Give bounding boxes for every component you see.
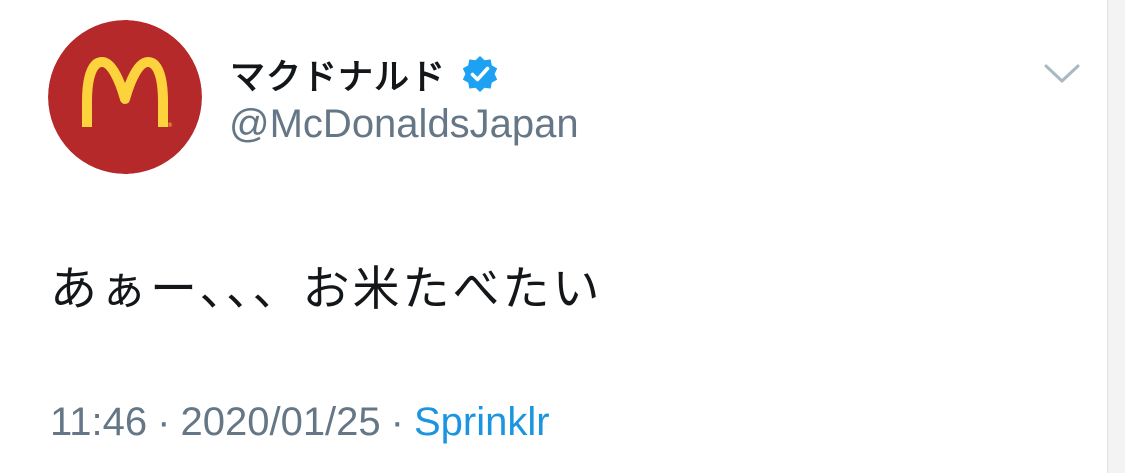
tweet-source-link[interactable]: Sprinklr <box>414 400 550 445</box>
meta-separator: · <box>157 400 171 444</box>
verified-badge-icon <box>460 54 500 94</box>
tweet-time[interactable]: 11:46 <box>50 400 147 445</box>
tweet-text: あぁー、、、お米たべたい <box>50 262 603 317</box>
mcdonalds-logo-icon: ® <box>48 20 202 174</box>
meta-separator: · <box>390 400 404 444</box>
chevron-down-icon[interactable] <box>1040 56 1084 92</box>
tweet-date[interactable]: 2020/01/25 <box>180 400 380 445</box>
author-handle[interactable]: @McDonaldsJapan <box>229 102 579 147</box>
svg-text:®: ® <box>167 122 173 129</box>
tweet-metadata: 11:46 · 2020/01/25 · Sprinklr <box>50 400 550 445</box>
scrollbar[interactable] <box>1107 0 1125 473</box>
author-name-row: マクドナルド <box>230 48 500 100</box>
avatar[interactable]: ® <box>48 20 202 174</box>
tweet-card: ® マクドナルド @McDonaldsJapan あぁー、、、お米たべたい 11… <box>0 0 1107 473</box>
author-display-name[interactable]: マクドナルド <box>230 49 446 100</box>
